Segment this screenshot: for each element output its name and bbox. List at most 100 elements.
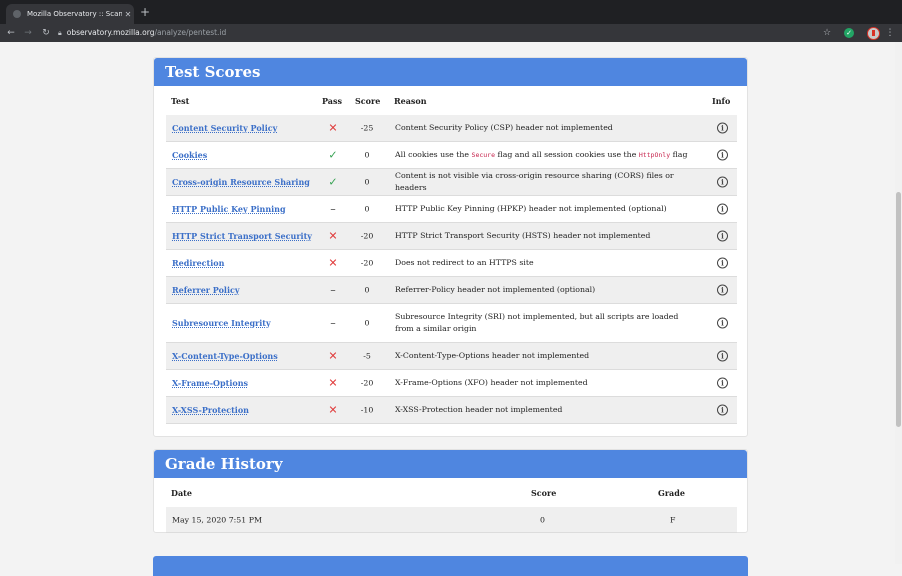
fail-x-icon: ✕ <box>328 256 338 270</box>
not-applicable-dash-icon: – <box>330 316 336 330</box>
col-test: Test <box>171 96 190 106</box>
info-icon[interactable]: i <box>717 257 728 269</box>
back-arrow-icon[interactable]: ← <box>4 24 18 42</box>
test-score: -20 <box>360 258 374 268</box>
grade-date: May 15, 2020 7:51 PM <box>172 515 262 524</box>
info-icon[interactable]: i <box>717 230 728 242</box>
test-score: 0 <box>364 318 370 328</box>
col-reason: Reason <box>394 96 427 106</box>
grade-history-header-row: Date Score Grade <box>154 478 747 506</box>
favicon-icon <box>13 10 21 18</box>
test-name-link[interactable]: HTTP Strict Transport Security <box>172 231 312 241</box>
test-name-link[interactable]: Referrer Policy <box>172 285 240 295</box>
pass-check-icon: ✓ <box>328 175 338 189</box>
test-scores-header-row: Test Pass Score Reason Info <box>154 86 747 114</box>
table-row: X-Content-Type-Options ✕ -5 X-Content-Type-… <box>166 343 737 370</box>
test-name-link[interactable]: Redirection <box>172 258 224 268</box>
fail-x-icon: ✕ <box>328 229 338 243</box>
info-icon[interactable]: i <box>717 284 728 296</box>
info-icon[interactable]: i <box>717 203 728 215</box>
grade-history-card: Grade History Date Score Grade May 15, 2… <box>153 449 748 533</box>
test-name-link[interactable]: Cross-origin Resource Sharing <box>172 177 310 187</box>
menu-kebab-icon[interactable]: ⋮ <box>885 24 895 42</box>
test-scores-title: Test Scores <box>154 58 747 86</box>
test-name-link[interactable]: HTTP Public Key Pinning <box>172 204 286 214</box>
pass-check-icon: ✓ <box>328 148 338 162</box>
test-reason: Does not redirect to an HTTPS site <box>395 258 534 267</box>
info-icon[interactable]: i <box>717 350 728 362</box>
table-row: HTTP Public Key Pinning – 0 HTTP Public Key… <box>166 196 737 223</box>
test-name-link[interactable]: Cookies <box>172 150 207 160</box>
fail-x-icon: ✕ <box>328 376 338 390</box>
browser-tab[interactable]: Mozilla Observatory :: Scan Re ✕ <box>6 4 134 24</box>
test-reason: Referrer-Policy header not implemented (… <box>395 285 596 294</box>
test-score: -5 <box>363 351 371 361</box>
table-row: May 15, 2020 7:51 PM 0 F <box>166 507 737 533</box>
new-tab-button[interactable]: + <box>140 4 150 20</box>
info-icon[interactable]: i <box>717 149 728 161</box>
reason-code: HttpOnly <box>638 151 671 159</box>
reason-code: Secure <box>471 151 496 159</box>
col-info: Info <box>712 96 731 106</box>
address-bar[interactable]: 🔒︎ observatory.mozilla.org/analyze/pentes… <box>58 27 846 39</box>
test-score: 0 <box>364 150 370 160</box>
info-icon[interactable]: i <box>717 122 728 134</box>
table-row: X-XSS-Protection ✕ -10 X-XSS-Protection hea… <box>166 397 737 424</box>
page-scrollbar[interactable] <box>895 42 902 564</box>
not-applicable-dash-icon: – <box>330 202 336 216</box>
test-score: 0 <box>364 204 370 214</box>
profile-avatar[interactable] <box>867 27 880 40</box>
lock-icon: 🔒︎ <box>58 29 62 37</box>
test-name-link[interactable]: X-Content-Type-Options <box>172 351 278 361</box>
table-row: Cross-origin Resource Sharing ✓ 0 Content i… <box>166 169 737 196</box>
table-row: Subresource Integrity – 0 Subresource Integ… <box>166 304 737 343</box>
info-icon[interactable]: i <box>717 176 728 188</box>
reason-text: flag and all session cookies use the <box>495 150 639 159</box>
table-row: Referrer Policy – 0 Referrer-Policy header … <box>166 277 737 304</box>
reason-text: All cookies use the <box>395 150 472 159</box>
test-score: -25 <box>360 123 374 133</box>
close-tab-icon[interactable]: ✕ <box>122 10 134 19</box>
col-score: Score <box>355 96 381 106</box>
test-name-link[interactable]: X-XSS-Protection <box>172 405 249 415</box>
fail-x-icon: ✕ <box>328 349 338 363</box>
extension-icon[interactable]: ✓ <box>844 28 854 38</box>
test-name-link[interactable]: Subresource Integrity <box>172 318 271 328</box>
forward-arrow-icon[interactable]: → <box>21 24 35 42</box>
reload-icon[interactable]: ↻ <box>39 24 53 42</box>
fail-x-icon: ✕ <box>328 121 338 135</box>
test-score: 0 <box>364 177 370 187</box>
test-reason: HTTP Strict Transport Security (HSTS) he… <box>395 231 651 240</box>
test-reason: Subresource Integrity (SRI) not implemen… <box>395 312 679 333</box>
test-reason: Content is not visible via cross-origin … <box>395 171 674 192</box>
test-reason: Content Security Policy (CSP) header not… <box>395 123 613 132</box>
info-icon[interactable]: i <box>717 404 728 416</box>
url-host: observatory.mozilla.org <box>66 28 155 37</box>
tab-strip: Mozilla Observatory :: Scan Re ✕ + <box>0 0 902 24</box>
bookmark-star-icon[interactable]: ☆ <box>821 24 833 42</box>
test-name-link[interactable]: X-Frame-Options <box>172 378 248 388</box>
scrollbar-thumb[interactable] <box>896 192 901 427</box>
next-card <box>153 556 748 576</box>
table-row: HTTP Strict Transport Security ✕ -20 HTTP S… <box>166 223 737 250</box>
col-pass: Pass <box>322 96 342 106</box>
table-row: Redirection ✕ -20 Does not redirect to an H… <box>166 250 737 277</box>
col-gh-score: Score <box>531 488 557 498</box>
grade-letter: F <box>670 515 676 524</box>
test-score: -10 <box>360 405 374 415</box>
test-scores-card: Test Scores Test Pass Score Reason Info … <box>153 57 748 437</box>
col-date: Date <box>171 488 192 498</box>
info-icon[interactable]: i <box>717 377 728 389</box>
test-name-link[interactable]: Content Security Policy <box>172 123 277 133</box>
info-icon[interactable]: i <box>717 317 728 329</box>
test-reason: HTTP Public Key Pinning (HPKP) header no… <box>395 204 667 213</box>
col-grade: Grade <box>658 488 685 498</box>
tab-title: Mozilla Observatory :: Scan Re <box>27 10 122 18</box>
test-reason: All cookies use the Secure flag and all … <box>395 149 695 161</box>
grade-score: 0 <box>540 515 545 524</box>
url-path: /analyze/pentest.id <box>154 28 227 37</box>
fail-x-icon: ✕ <box>328 403 338 417</box>
table-row: Cookies ✓ 0 All cookies use the Secure flag… <box>166 142 737 169</box>
not-applicable-dash-icon: – <box>330 283 336 297</box>
test-score: 0 <box>364 285 370 295</box>
